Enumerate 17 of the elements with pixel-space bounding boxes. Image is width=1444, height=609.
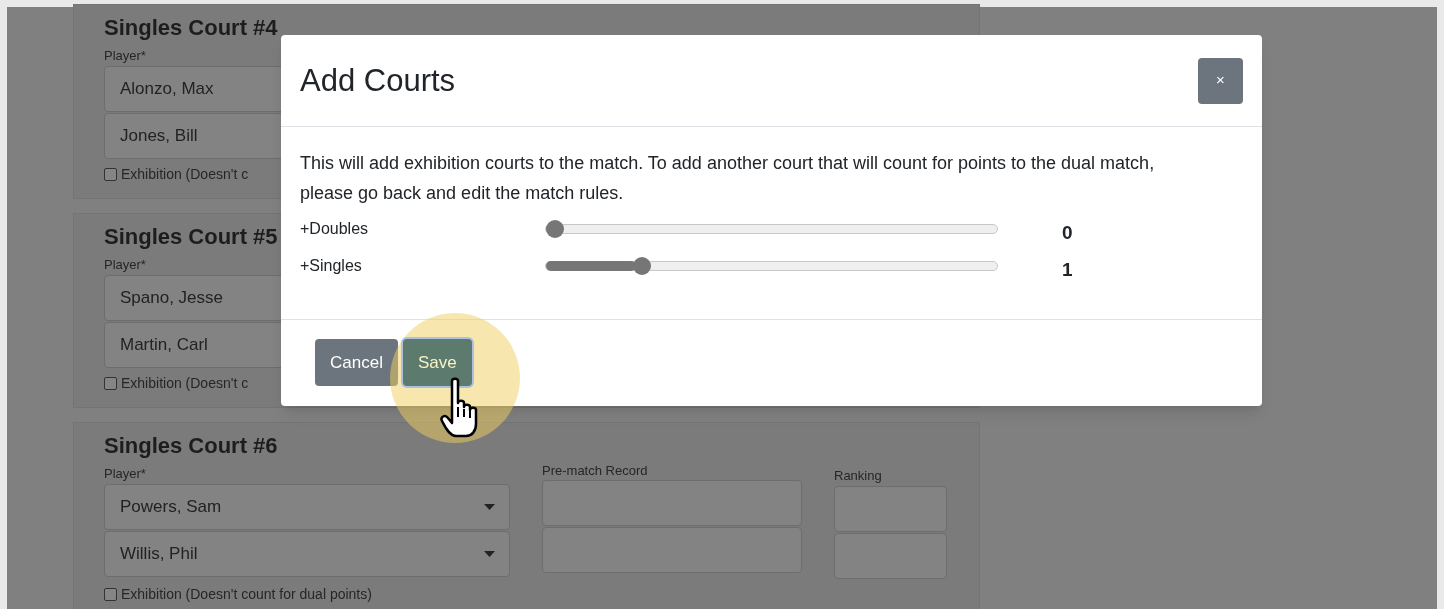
modal-title: Add Courts xyxy=(300,62,456,101)
modal-description: This will add exhibition courts to the match. To add another court that will count for points to the dual match, please go back and edit the match rules. xyxy=(300,152,1156,205)
field-label: Player* xyxy=(104,47,146,65)
slider-value: 0 xyxy=(1062,221,1073,246)
court-title: Singles Court #4 xyxy=(104,15,278,41)
checkbox-label: Exhibition (Doesn't count for dual points) xyxy=(121,585,372,603)
court-title: Singles Court #6 xyxy=(104,433,278,459)
field-label: Pre-match Record xyxy=(542,462,649,480)
field-label: Ranking xyxy=(834,467,883,485)
court-title: Singles Court #5 xyxy=(104,224,278,250)
slider-label: +Singles xyxy=(300,255,363,276)
field-label: Player* xyxy=(104,256,146,274)
slider-value: 1 xyxy=(1062,258,1073,283)
field-label: Player* xyxy=(104,465,146,483)
slider-label: +Doubles xyxy=(300,218,370,239)
checkbox-label: Exhibition (Doesn't c xyxy=(121,165,249,183)
checkbox-label: Exhibition (Doesn't c xyxy=(121,374,249,392)
